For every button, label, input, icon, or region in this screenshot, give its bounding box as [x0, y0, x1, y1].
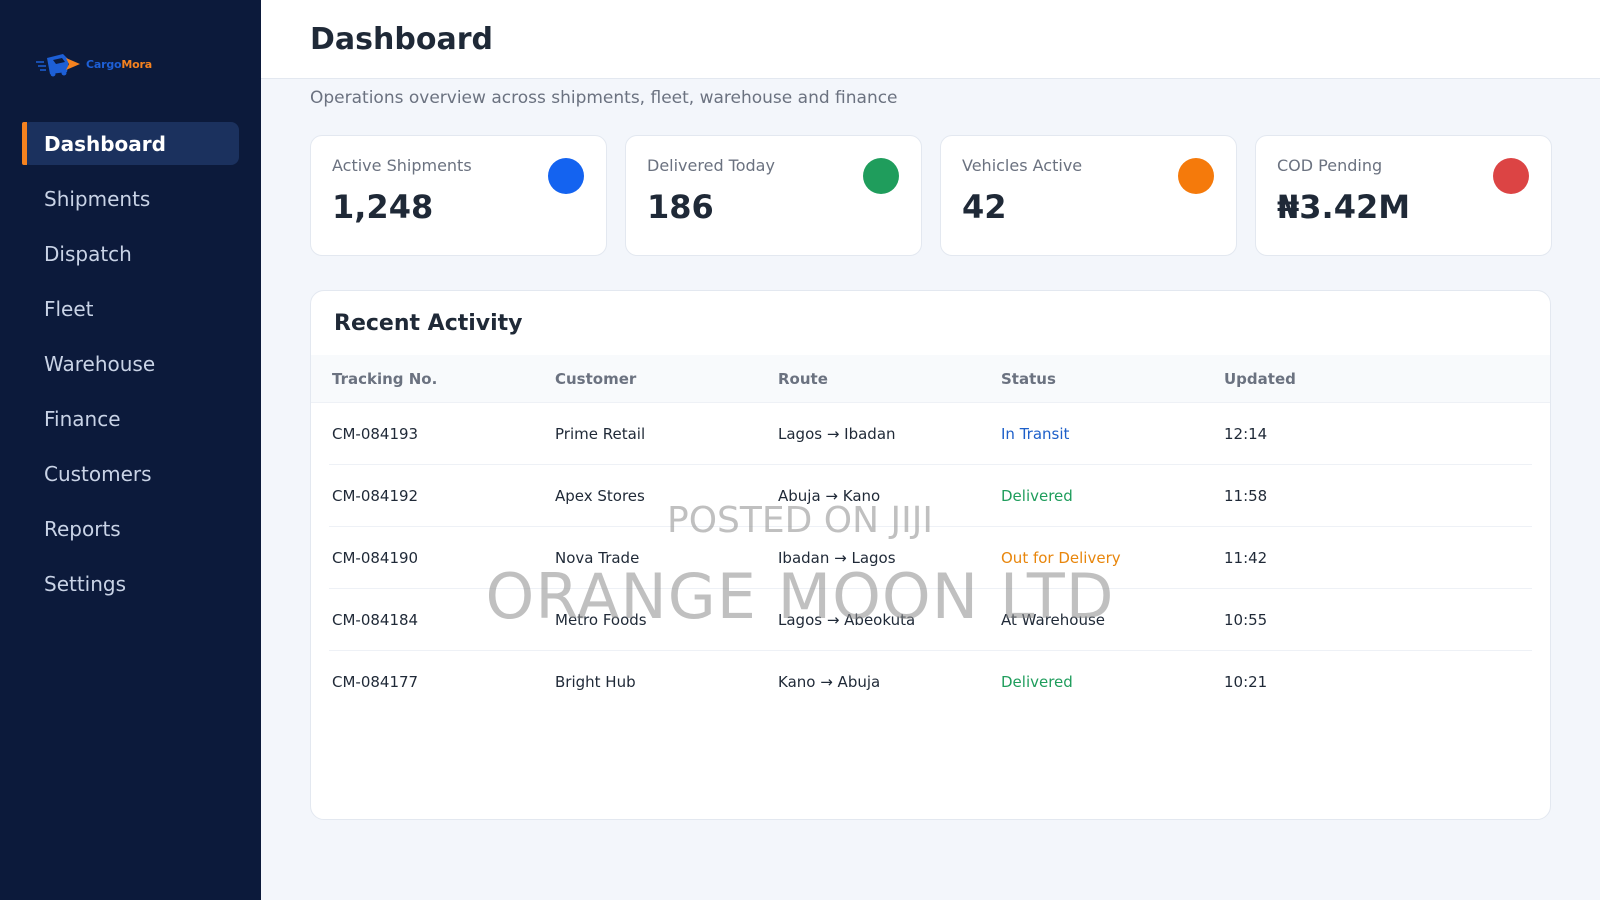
stat-label: Active Shipments [332, 156, 472, 175]
stat-card-vehicles-active[interactable]: Vehicles Active 42 [940, 135, 1237, 256]
column-header-tracking[interactable]: Tracking No. [332, 370, 555, 388]
cell-updated: 11:58 [1224, 486, 1268, 505]
sidebar-item-label: Fleet [44, 296, 94, 321]
cell-customer: Apex Stores [555, 486, 645, 505]
table-body: CM-084193 Prime Retail Lagos → Ibadan In… [311, 403, 1550, 713]
column-header-status[interactable]: Status [1001, 370, 1224, 388]
stat-value: 42 [962, 188, 1007, 226]
cell-status: At Warehouse [1001, 610, 1106, 629]
section-title: Recent Activity [334, 311, 523, 336]
stat-card-active-shipments[interactable]: Active Shipments 1,248 [310, 135, 607, 256]
cell-tracking: CM-084192 [332, 486, 419, 505]
brand-logo[interactable]: CargoMora [36, 50, 152, 78]
table-header: Tracking No. Customer Route Status Updat… [311, 355, 1550, 403]
sidebar-item-label: Finance [44, 406, 121, 431]
column-header-route[interactable]: Route [778, 370, 1001, 388]
cell-status: Delivered [1001, 486, 1073, 505]
stat-label: Vehicles Active [962, 156, 1083, 175]
sidebar-item-label: Warehouse [44, 351, 156, 376]
cell-tracking: CM-084184 [332, 610, 419, 629]
cell-tracking: CM-084193 [332, 424, 419, 443]
cell-route: Abuja → Kano [778, 486, 881, 505]
sidebar-item-dashboard[interactable]: Dashboard [22, 122, 239, 165]
sidebar-item-label: Settings [44, 571, 127, 596]
cell-customer: Prime Retail [555, 424, 646, 443]
cell-status: Delivered [1001, 673, 1073, 691]
stat-label: COD Pending [1277, 156, 1383, 175]
sidebar-item-dispatch[interactable]: Dispatch [22, 232, 239, 275]
sidebar-item-label: Reports [44, 516, 121, 541]
sidebar-item-label: Customers [44, 461, 152, 486]
cell-route: Lagos → Ibadan [778, 424, 896, 443]
sidebar-item-warehouse[interactable]: Warehouse [22, 342, 239, 385]
cell-updated: 11:42 [1224, 548, 1268, 567]
cell-route: Kano → Abuja [778, 673, 881, 691]
sidebar: CargoMora Dashboard Shipments Dispatch F… [0, 0, 261, 900]
column-header-customer[interactable]: Customer [555, 370, 778, 388]
table-row[interactable]: CM-084177 Bright Hub Kano → Abuja Delive… [329, 651, 1532, 713]
sidebar-item-shipments[interactable]: Shipments [22, 177, 239, 220]
sidebar-nav: Dashboard Shipments Dispatch Fleet Wareh… [22, 122, 239, 617]
stat-value: 186 [647, 188, 714, 226]
table-row[interactable]: CM-084193 Prime Retail Lagos → Ibadan In… [329, 403, 1532, 465]
cell-route: Lagos → Abeokuta [778, 610, 916, 629]
status-dot-icon [1493, 158, 1529, 194]
brand-name: CargoMora [86, 57, 152, 71]
truck-logo-icon [36, 54, 80, 77]
page-title: Dashboard [310, 22, 493, 57]
sidebar-item-label: Shipments [44, 186, 151, 211]
stat-card-cod-pending[interactable]: COD Pending ₦3.42M [1255, 135, 1552, 256]
sidebar-item-settings[interactable]: Settings [22, 562, 239, 605]
stat-value: ₦3.42M [1277, 188, 1411, 226]
status-dot-icon [1178, 158, 1214, 194]
cell-updated: 12:14 [1224, 424, 1268, 443]
table-row[interactable]: CM-084190 Nova Trade Ibadan → Lagos Out … [329, 527, 1532, 589]
cell-updated: 10:55 [1224, 610, 1268, 629]
table-row[interactable]: CM-084184 Metro Foods Lagos → Abeokuta A… [329, 589, 1532, 651]
page-subtitle: Operations overview across shipments, fl… [310, 88, 898, 108]
top-bar: Dashboard [261, 0, 1600, 79]
sidebar-item-customers[interactable]: Customers [22, 452, 239, 495]
sidebar-item-label: Dispatch [44, 241, 132, 266]
sidebar-item-label: Dashboard [44, 131, 166, 156]
stat-label: Delivered Today [647, 156, 775, 175]
column-header-updated[interactable]: Updated [1224, 370, 1447, 388]
cell-updated: 10:21 [1224, 673, 1268, 691]
stat-cards: Active Shipments 1,248 Delivered Today 1… [310, 135, 1552, 256]
sidebar-item-finance[interactable]: Finance [22, 397, 239, 440]
cell-status: Out for Delivery [1001, 548, 1121, 567]
sidebar-item-reports[interactable]: Reports [22, 507, 239, 550]
cell-tracking: CM-084177 [332, 673, 419, 691]
cell-customer: Nova Trade [555, 548, 640, 567]
cell-status: In Transit [1001, 424, 1070, 443]
cell-route: Ibadan → Lagos [778, 548, 896, 567]
cell-customer: Metro Foods [555, 610, 647, 629]
stat-card-delivered-today[interactable]: Delivered Today 186 [625, 135, 922, 256]
cell-tracking: CM-084190 [332, 548, 419, 567]
stat-value: 1,248 [332, 188, 434, 226]
table-row[interactable]: CM-084192 Apex Stores Abuja → Kano Deliv… [329, 465, 1532, 527]
sidebar-item-fleet[interactable]: Fleet [22, 287, 239, 330]
cell-customer: Bright Hub [555, 673, 636, 691]
status-dot-icon [863, 158, 899, 194]
recent-activity-panel: Recent Activity Tracking No. Customer Ro… [310, 290, 1551, 820]
status-dot-icon [548, 158, 584, 194]
